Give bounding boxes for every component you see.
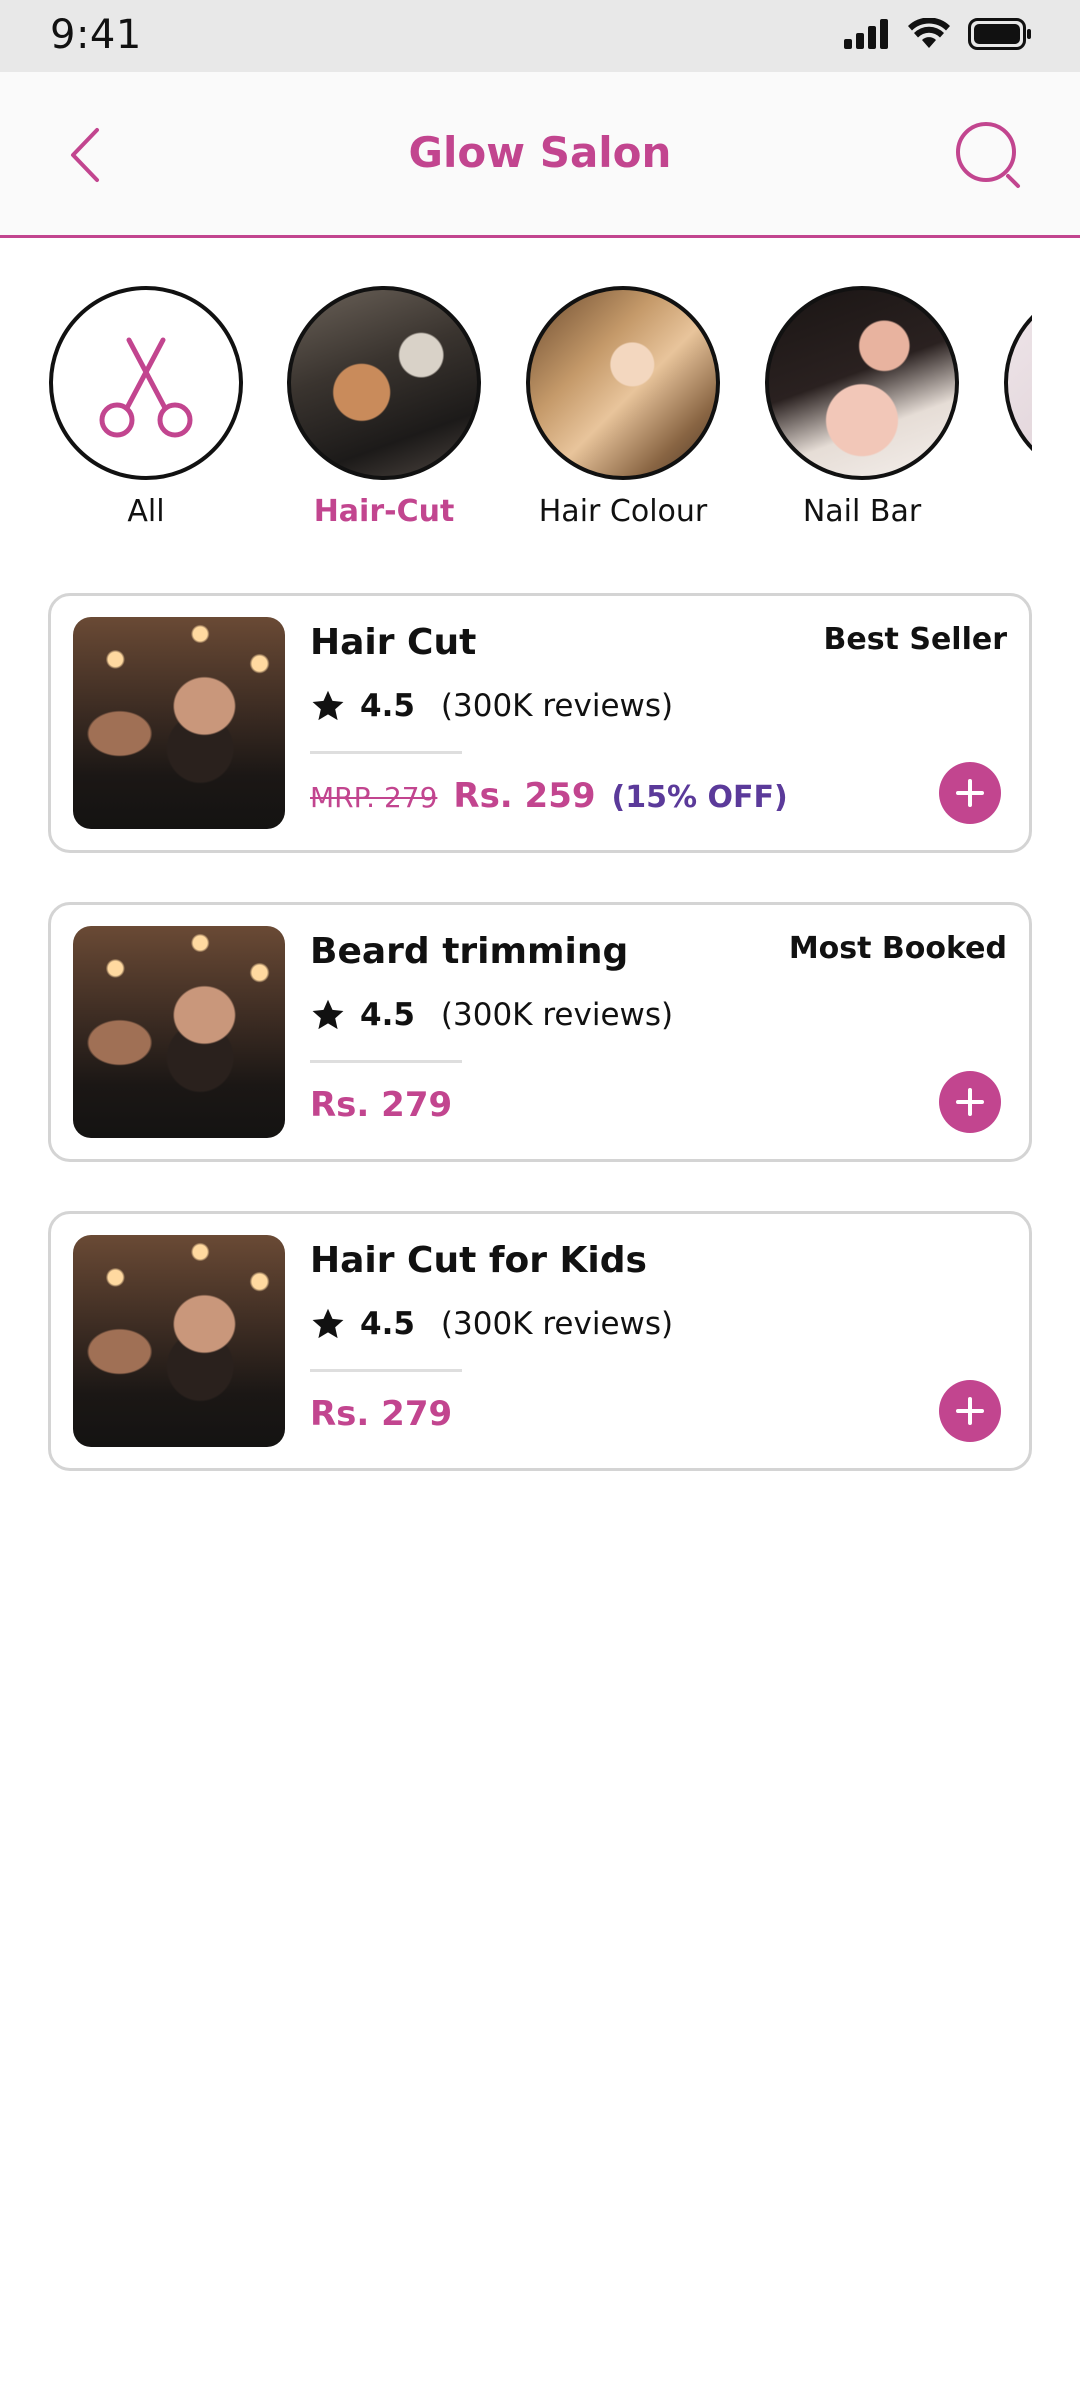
service-photo (73, 617, 285, 829)
page-title: Glow Salon (408, 128, 672, 177)
rating-score: 4.5 (360, 1306, 415, 1342)
star-icon (312, 999, 344, 1030)
search-button[interactable] (954, 120, 1024, 190)
service-rating: 4.5 (300K reviews) (310, 688, 673, 724)
review-count: (300K reviews) (440, 688, 674, 724)
category-nail-bar[interactable]: Nail Bar (764, 286, 960, 529)
category-label: Hair-Cut (313, 494, 455, 529)
plus-icon (956, 1088, 984, 1116)
rating-score: 4.5 (360, 688, 415, 724)
service-photo (73, 926, 285, 1138)
divider (310, 751, 462, 754)
category-label: All (127, 494, 165, 529)
review-count: (300K reviews) (440, 1306, 674, 1342)
add-service-button[interactable] (939, 1380, 1001, 1442)
plus-icon (956, 779, 984, 807)
service-rating: 4.5 (300K reviews) (310, 997, 673, 1033)
sale-price: Rs. 259 (453, 776, 596, 816)
status-bar: 9:41 (0, 0, 1080, 72)
service-badge: Most Booked (788, 931, 1007, 966)
divider (310, 1369, 462, 1372)
service-photo (73, 1235, 285, 1447)
star-icon (312, 1308, 344, 1339)
status-icons (844, 18, 1032, 50)
category-more[interactable] (1003, 286, 1032, 480)
service-title: Hair Cut (310, 622, 477, 663)
category-photo (1004, 286, 1032, 480)
service-title: Hair Cut for Kids (310, 1240, 647, 1281)
battery-icon (968, 18, 1031, 50)
rating-score: 4.5 (360, 997, 415, 1033)
mrp-price: MRP. 279 (310, 781, 438, 814)
star-icon (312, 690, 344, 721)
service-card-hair-cut[interactable]: Hair Cut Best Seller 4.5 (300K reviews) … (48, 593, 1032, 853)
service-card-hair-cut-kids[interactable]: Hair Cut for Kids 4.5 (300K reviews) Rs.… (48, 1211, 1032, 1471)
service-title: Beard trimming (310, 931, 629, 972)
review-count: (300K reviews) (440, 997, 674, 1033)
divider (310, 1060, 462, 1063)
nail-bar-photo (765, 286, 959, 480)
category-hair-colour[interactable]: Hair Colour (525, 286, 721, 529)
app-header: Glow Salon (0, 72, 1080, 238)
category-all-circle (49, 286, 243, 480)
service-price: Rs. 279 (310, 1394, 468, 1434)
category-all[interactable]: All (48, 286, 244, 529)
category-label: Nail Bar (802, 494, 922, 529)
service-card-beard-trimming[interactable]: Beard trimming Most Booked 4.5 (300K rev… (48, 902, 1032, 1162)
add-service-button[interactable] (939, 1071, 1001, 1133)
plus-icon (956, 1397, 984, 1425)
haircut-photo (287, 286, 481, 480)
signal-icon (844, 19, 888, 49)
sale-price: Rs. 279 (310, 1085, 453, 1125)
service-price: MRP. 279 Rs. 259 (15% OFF) (310, 776, 788, 816)
search-icon (956, 122, 1020, 188)
category-label: Hair Colour (538, 494, 708, 529)
service-badge: Best Seller (823, 622, 1007, 657)
category-hair-cut[interactable]: Hair-Cut (286, 286, 482, 529)
category-selector: All Hair-Cut Hair Colour Nail Bar (48, 286, 1032, 536)
discount-label: (15% OFF) (611, 780, 788, 815)
service-rating: 4.5 (300K reviews) (310, 1306, 673, 1342)
hair-colour-photo (526, 286, 720, 480)
status-time: 9:41 (50, 12, 142, 58)
service-price: Rs. 279 (310, 1085, 468, 1125)
wifi-icon (908, 18, 950, 48)
scissors-icon (99, 337, 193, 438)
sale-price: Rs. 279 (310, 1394, 453, 1434)
add-service-button[interactable] (939, 762, 1001, 824)
